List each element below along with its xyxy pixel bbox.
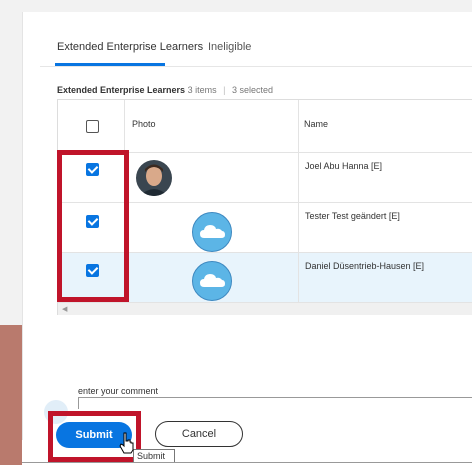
scroll-left-icon[interactable]: ◀ [62, 305, 67, 313]
cloud-placeholder-avatar [192, 261, 232, 301]
submit-tooltip: Submit [133, 449, 175, 463]
dialog-top-edge [22, 0, 472, 12]
column-divider [298, 100, 299, 303]
learner-name[interactable]: Daniel Düsentrieb-Hausen [E] [305, 261, 424, 271]
footer-divider [22, 462, 472, 463]
column-header-photo[interactable]: Photo [132, 119, 156, 129]
learner-name[interactable]: Joel Abu Hanna [E] [305, 161, 382, 171]
horizontal-scrollbar[interactable]: ◀ [58, 303, 472, 315]
profile-photo-avatar [136, 160, 172, 196]
cloud-placeholder-avatar [192, 212, 232, 252]
comment-input[interactable] [78, 397, 472, 409]
background-stripe [0, 325, 22, 465]
cloud-icon [200, 274, 225, 287]
table-header-row: Photo Name [58, 100, 472, 153]
learner-name[interactable]: Tester Test geändert [E] [305, 211, 400, 221]
grid-header: Extended Enterprise Learners 3 items | 3… [57, 85, 273, 95]
cancel-button[interactable]: Cancel [155, 421, 243, 447]
select-all-checkbox[interactable] [86, 120, 99, 133]
highlight-box-checkboxes [57, 150, 129, 302]
column-header-name[interactable]: Name [304, 119, 328, 129]
grid-selected-count: 3 selected [231, 85, 273, 95]
grid-title: Extended Enterprise Learners [57, 85, 186, 95]
hand-cursor-icon [119, 432, 134, 454]
tab-divider [40, 66, 472, 67]
grid-items-count: 3 items [187, 85, 217, 95]
comment-label: enter your comment [78, 386, 159, 396]
tab-ineligible[interactable]: Ineligible [208, 41, 251, 53]
grid-meta-separator: | [223, 85, 226, 95]
cloud-icon [200, 225, 225, 238]
tab-extended-enterprise-learners[interactable]: Extended Enterprise Learners [57, 41, 203, 53]
